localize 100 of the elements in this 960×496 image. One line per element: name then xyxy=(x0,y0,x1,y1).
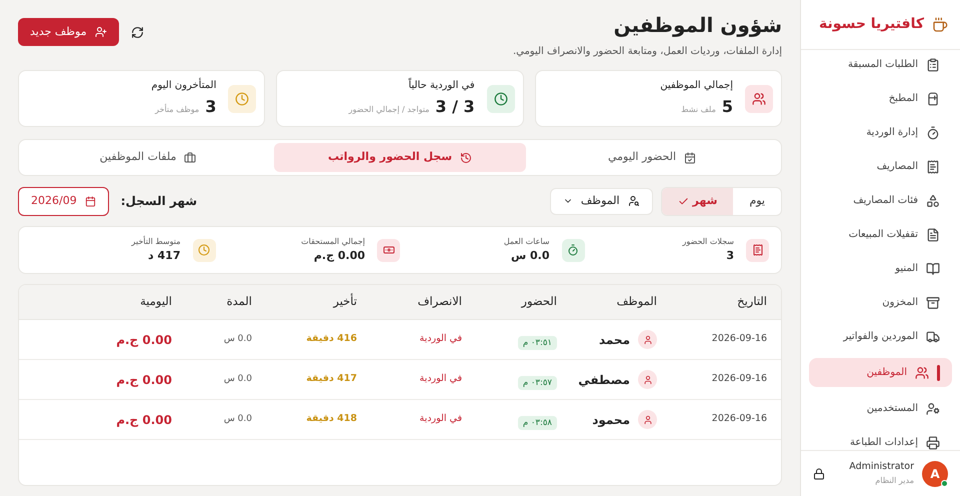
check-out-status: في الوردية xyxy=(418,412,463,426)
stat-value: 3 / 3 xyxy=(435,96,475,118)
tab[interactable]: الحضور اليومي xyxy=(526,143,778,172)
stat-label: في الوردية حالياً xyxy=(348,78,475,93)
date-cell-text: 2026-09-16 xyxy=(710,332,768,346)
employee-dropdown[interactable]: الموظف xyxy=(550,188,653,214)
sidebar-label: المطبخ xyxy=(888,92,918,106)
sidebar-item[interactable]: المخزون xyxy=(809,290,952,315)
sidebar-item[interactable]: المستخدمين xyxy=(809,396,952,421)
summary-label: ساعات العمل xyxy=(504,236,550,248)
sidebar-item[interactable]: فئات المصاريف xyxy=(809,188,952,213)
check-out-status: في الوردية xyxy=(418,332,463,346)
sidebar-item[interactable]: الطلبات المسبقة xyxy=(809,52,952,77)
check-icon xyxy=(678,196,689,206)
history-icon xyxy=(460,152,472,164)
summary-label: إجمالي المستحقات xyxy=(301,236,365,248)
daily-wage: 0.00 ج.م xyxy=(115,372,173,388)
receipt-icon xyxy=(926,160,940,174)
sidebar-label: المستخدمين xyxy=(866,402,918,416)
sidebar-item[interactable]: إدارة الوردية xyxy=(809,120,952,145)
duration-cell-text: 0.0 س xyxy=(222,412,253,426)
sidebar-label: تقفيلات المبيعات xyxy=(848,228,918,242)
column-header: التاريخ xyxy=(736,293,768,310)
book-icon xyxy=(926,262,940,276)
column-header: الحضور xyxy=(520,293,558,310)
clock-icon xyxy=(228,84,256,112)
cup-icon xyxy=(932,16,948,32)
user-role: مدير النظام xyxy=(874,474,914,487)
daily-wage: 0.00 ج.م xyxy=(115,412,173,428)
employee-name: محمود xyxy=(592,412,630,428)
sidebar-label: إعدادات الطباعة xyxy=(850,436,918,450)
check-in-time: ٠٣:٥١ م xyxy=(518,336,557,350)
sidebar-label: إدارة الوردية xyxy=(866,126,918,140)
summary-value: 0.00 ج.م xyxy=(312,248,365,264)
date-cell-text: 2026-09-16 xyxy=(710,412,768,426)
sidebar-label: المنيو xyxy=(895,262,918,276)
calendar-icon xyxy=(84,196,96,206)
stopwatch-icon xyxy=(562,238,584,262)
month-field[interactable]: 2026/09 xyxy=(18,186,109,216)
receipt-icon xyxy=(746,238,769,262)
lock-icon[interactable] xyxy=(813,468,825,480)
sidebar-label: الموظفين xyxy=(866,366,907,380)
sidebar-item[interactable]: إعدادات الطباعة xyxy=(809,430,952,450)
column-header: الانصراف xyxy=(416,293,463,310)
view-toggle-option[interactable]: شهر xyxy=(662,188,734,214)
sidebar-label: الطلبات المسبقة xyxy=(848,58,918,72)
stat-label: المتأخرون اليوم xyxy=(151,78,216,93)
employee-name: محمد xyxy=(598,332,630,348)
check-in-time: ٠٣:٥٨ م xyxy=(518,416,557,430)
date-cell-text: 2026-09-16 xyxy=(710,372,768,386)
stat-note: موظف متأخر xyxy=(155,104,200,116)
column-header: الموظف xyxy=(616,293,658,310)
month-label: شهر السجل: xyxy=(120,193,198,210)
user-gear-icon xyxy=(926,402,940,416)
column-header: اليومية xyxy=(139,293,173,310)
sidebar-label: فئات المصاريف xyxy=(853,194,918,208)
avatar[interactable]: A xyxy=(922,460,948,486)
users-icon xyxy=(915,366,929,380)
sidebar-item[interactable]: المنيو xyxy=(809,256,952,281)
shapes-icon xyxy=(926,194,940,208)
user-plus-icon xyxy=(94,26,107,38)
sidebar-item[interactable]: المصاريف xyxy=(809,154,952,179)
page-subtitle: إدارة الملفات، ورديات العمل، ومتابعة الحضور والانصراف اليومي. xyxy=(512,45,782,59)
check-in-time: ٠٣:٥٧ م xyxy=(518,376,557,390)
daily-wage: 0.00 ج.م xyxy=(115,332,173,348)
brand-name: كافتيريا حسونة xyxy=(819,15,924,34)
column-header: تأخير xyxy=(332,293,358,310)
sidebar-item[interactable]: الموظفين xyxy=(809,358,952,387)
clock-icon xyxy=(192,238,216,262)
fridge-icon xyxy=(926,92,940,106)
view-toggle-option[interactable]: يوم xyxy=(733,188,781,214)
new-employee-button[interactable]: موظف جديد xyxy=(18,18,119,46)
banknote-icon xyxy=(377,238,400,262)
person-icon xyxy=(638,410,657,429)
active-indicator xyxy=(937,364,940,380)
clipboard-icon xyxy=(926,58,940,72)
document-icon xyxy=(926,228,940,242)
sidebar-item[interactable]: المطبخ xyxy=(809,86,952,111)
employee-name: مصطفي xyxy=(578,372,630,388)
user-name: Administrator xyxy=(849,460,914,474)
stat-label: إجمالي الموظفين xyxy=(660,79,733,93)
duration-cell-text: 0.0 س xyxy=(222,332,253,346)
refresh-icon[interactable] xyxy=(130,26,144,38)
duration-cell-text: 0.0 س xyxy=(222,372,253,386)
sidebar-label: الموردين والفواتير xyxy=(843,330,918,344)
late-minutes: 417 دقيقة xyxy=(305,372,358,386)
check-out-status: في الوردية xyxy=(418,372,463,386)
tab[interactable]: سجل الحضور والرواتب xyxy=(274,143,526,172)
summary-value: 3 xyxy=(725,248,734,264)
stat-value: 3 xyxy=(205,96,216,118)
summary-value: 0.0 س xyxy=(510,248,550,264)
users-icon xyxy=(745,84,773,112)
truck-icon xyxy=(926,330,940,344)
summary-label: متوسط التأخير xyxy=(132,236,180,248)
sidebar-item[interactable]: الموردين والفواتير xyxy=(809,324,952,349)
stat-value: 5 xyxy=(722,96,733,118)
sidebar-item[interactable]: تقفيلات المبيعات xyxy=(809,222,952,247)
clock-icon xyxy=(486,84,515,112)
tab[interactable]: ملفات الموظفين xyxy=(22,143,274,172)
late-minutes: 416 دقيقة xyxy=(305,332,358,346)
